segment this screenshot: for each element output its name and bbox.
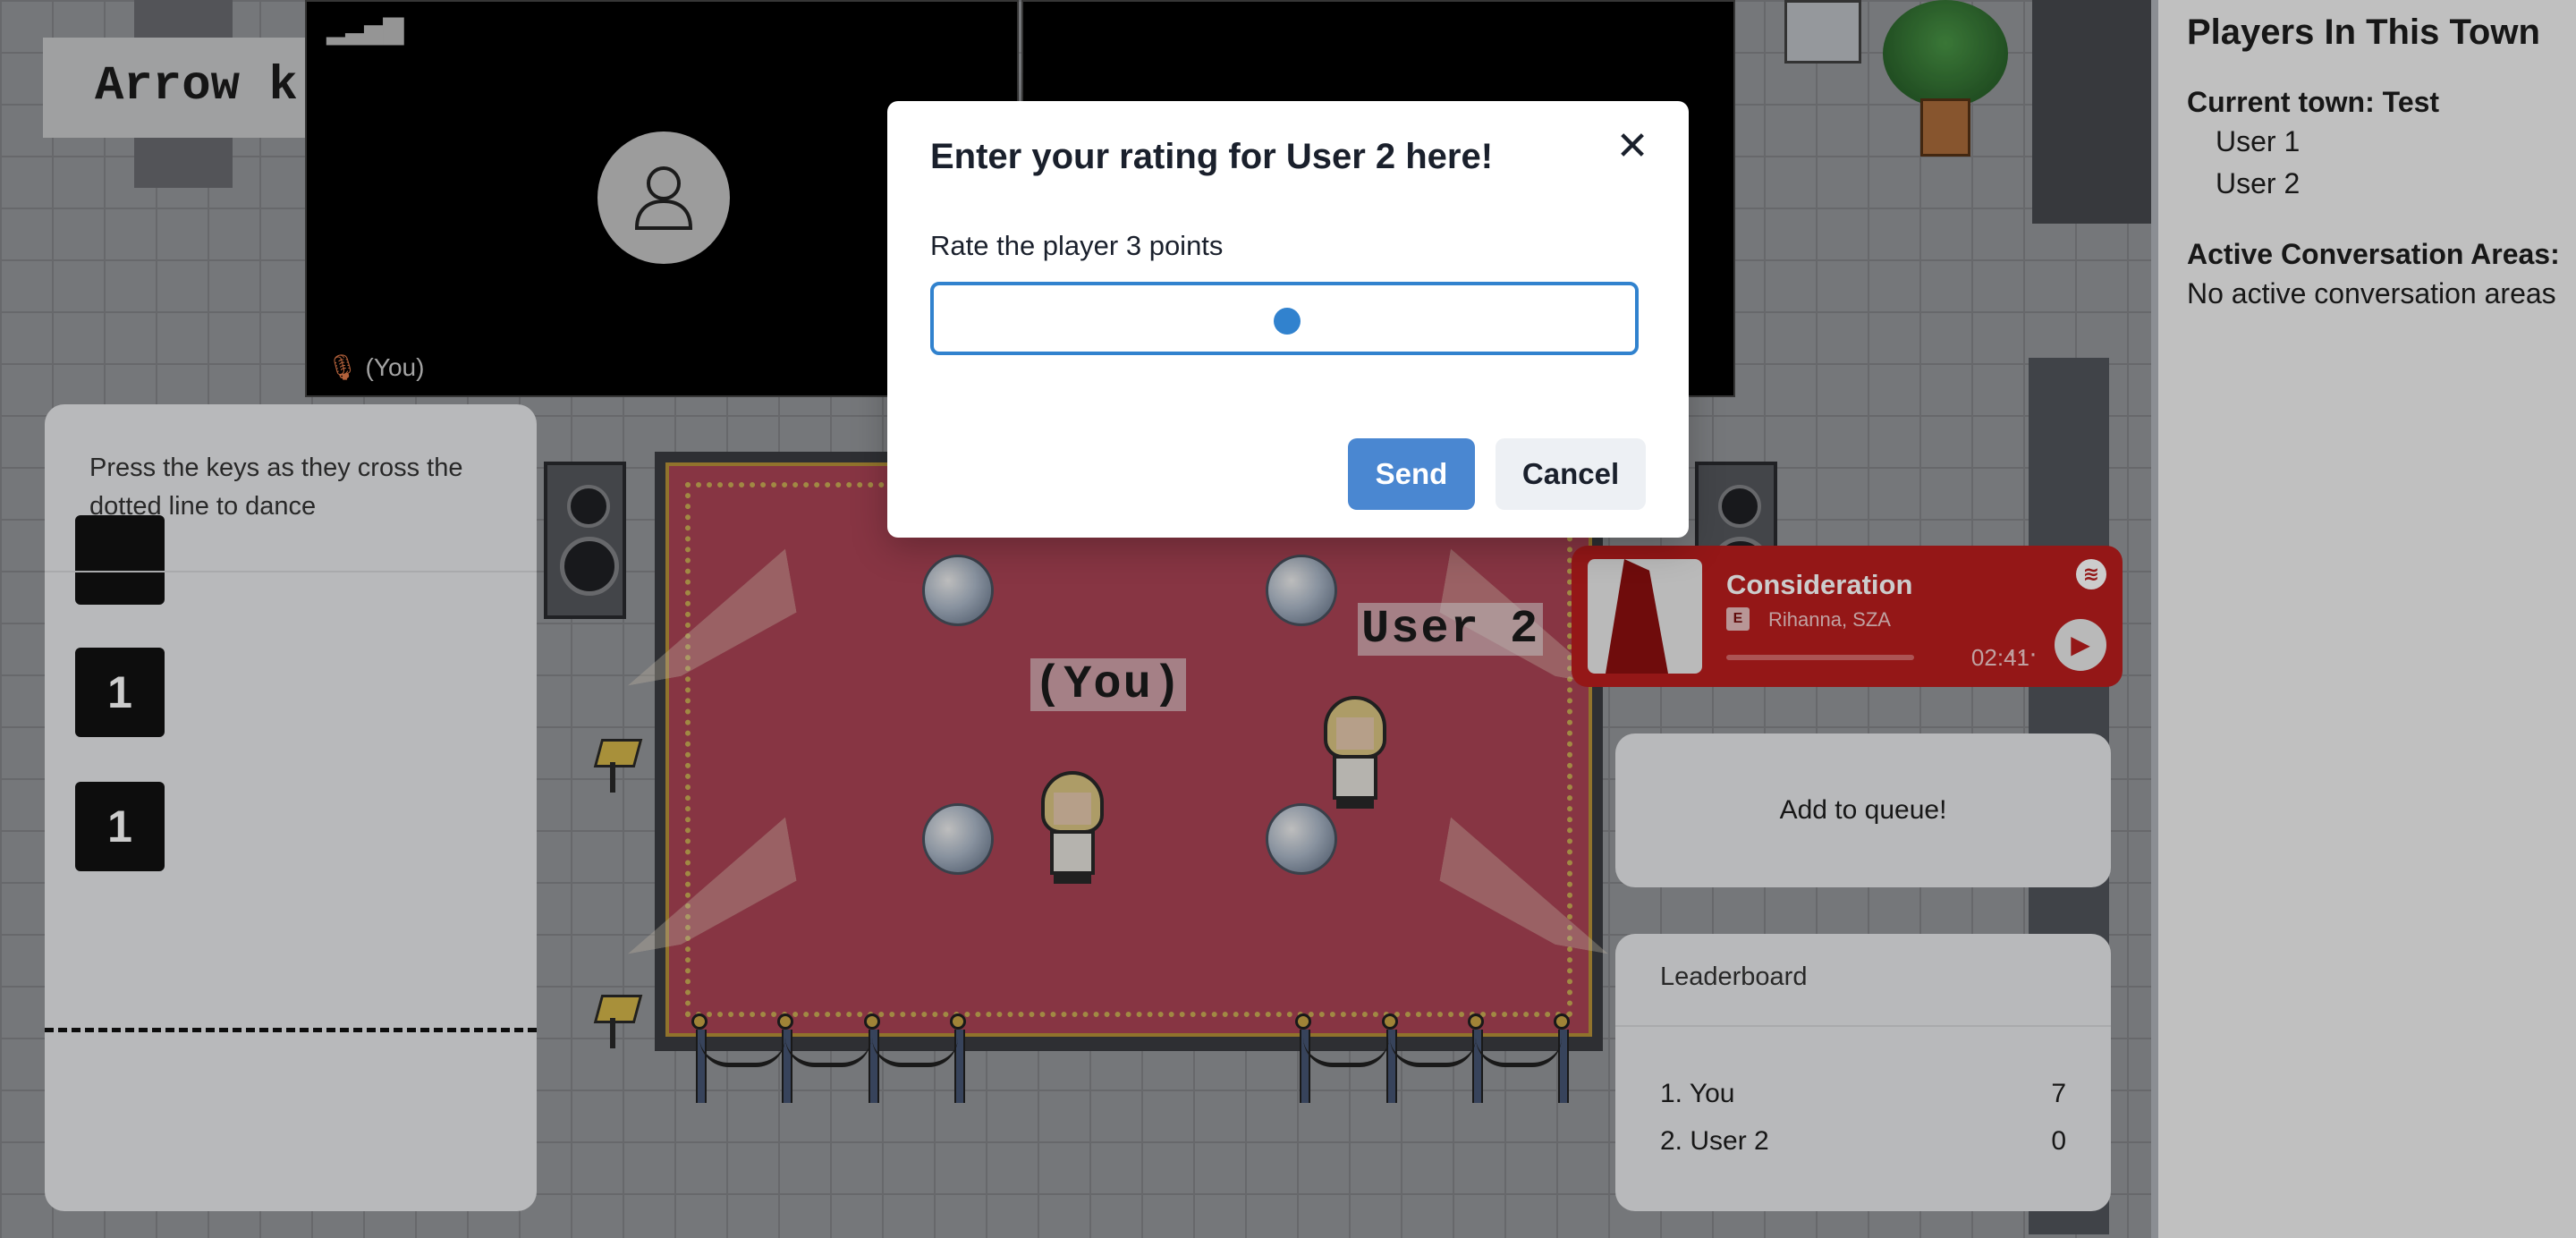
send-button[interactable]: Send [1348,438,1475,510]
close-icon[interactable]: ✕ [1610,124,1655,169]
rating-slider[interactable] [930,282,1639,355]
slider-thumb[interactable] [1274,308,1301,335]
modal-title: Enter your rating for User 2 here! [930,137,1494,176]
rating-label: Rate the player 3 points [930,230,1224,261]
cancel-button[interactable]: Cancel [1496,438,1646,510]
rating-modal: Enter your rating for User 2 here! ✕ Rat… [887,101,1689,538]
